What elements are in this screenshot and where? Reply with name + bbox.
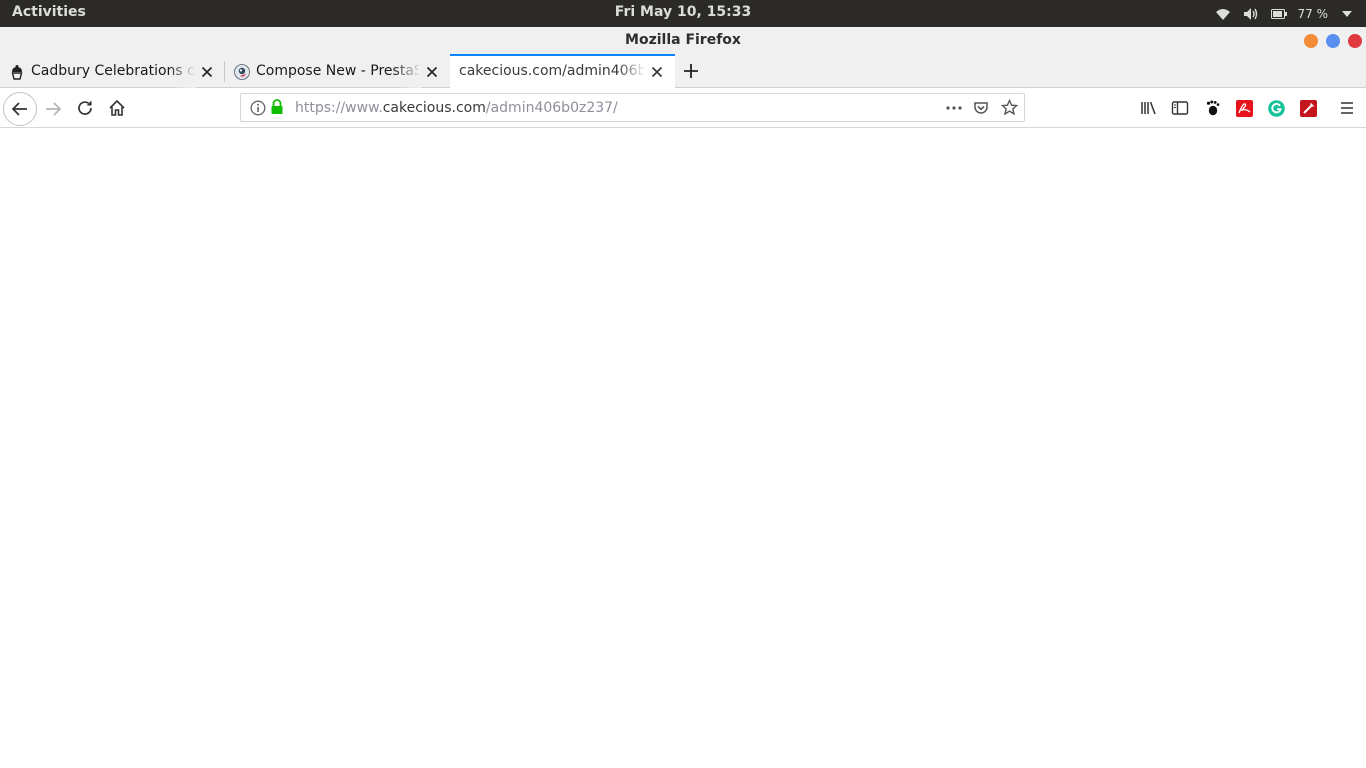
- grammarly-icon: [1267, 99, 1285, 117]
- tab-label: cakecious.com/admin406b0: [459, 63, 644, 79]
- clock[interactable]: Fri May 10, 15:33: [0, 4, 1366, 20]
- page-content: [0, 129, 1366, 768]
- system-top-bar: Activities Fri May 10, 15:33 77 %: [0, 0, 1366, 27]
- gnome-foot-icon: [1206, 100, 1220, 116]
- chevron-down-icon[interactable]: [1338, 5, 1356, 23]
- sidebar-icon: [1171, 101, 1189, 115]
- tab-fade: [618, 56, 646, 89]
- library-icon: [1141, 101, 1156, 115]
- pdf-extension-button[interactable]: [1234, 98, 1254, 118]
- star-bookmark-icon[interactable]: [1000, 98, 1019, 120]
- sidebar-toggle-button[interactable]: [1170, 98, 1190, 118]
- gnome-extension-button[interactable]: [1202, 98, 1222, 118]
- tab-cakecious-admin[interactable]: cakecious.com/admin406b0: [450, 54, 675, 89]
- home-button[interactable]: [106, 97, 128, 119]
- back-button[interactable]: [3, 92, 37, 126]
- window-titlebar[interactable]: Mozilla Firefox: [0, 27, 1366, 55]
- tab-strip: Cadbury Celebrations ch Compose New - Pr…: [0, 54, 1366, 89]
- cupcake-icon: [9, 64, 25, 80]
- lock-icon[interactable]: [270, 99, 284, 119]
- pocket-icon[interactable]: [973, 100, 989, 120]
- prestashop-icon: [234, 64, 250, 80]
- tab-cadbury[interactable]: Cadbury Celebrations ch: [0, 55, 224, 88]
- url-path: /admin406b0z237/: [485, 100, 618, 116]
- tab-fade: [393, 55, 421, 88]
- new-tab-button[interactable]: [680, 60, 702, 82]
- pdf-icon: [1235, 99, 1253, 117]
- tab-prestashop[interactable]: Compose New - PrestaSh: [225, 55, 449, 88]
- url-prefix: https://www.: [295, 100, 383, 116]
- close-tab-icon[interactable]: [649, 64, 665, 80]
- maximize-button[interactable]: [1326, 34, 1340, 48]
- screenshot-extension-button[interactable]: [1298, 98, 1318, 118]
- reload-button[interactable]: [74, 97, 96, 119]
- wifi-icon[interactable]: [1214, 5, 1232, 23]
- battery-icon[interactable]: [1270, 5, 1288, 23]
- url-bar[interactable]: https://www.cakecious.com/admin406b0z237…: [240, 93, 1025, 122]
- window-title: Mozilla Firefox: [625, 32, 741, 48]
- plus-icon: [684, 64, 698, 78]
- close-window-button[interactable]: [1348, 34, 1362, 48]
- more-actions-icon[interactable]: [945, 100, 963, 120]
- pen-icon: [1299, 99, 1317, 117]
- forward-button[interactable]: [42, 98, 64, 120]
- url-text[interactable]: https://www.cakecious.com/admin406b0z237…: [295, 100, 618, 116]
- battery-percentage[interactable]: 77 %: [1298, 7, 1329, 21]
- home-icon: [109, 99, 125, 116]
- tab-fade: [168, 55, 196, 88]
- reload-icon: [78, 100, 92, 115]
- close-tab-icon[interactable]: [424, 64, 440, 80]
- navigation-toolbar: https://www.cakecious.com/admin406b0z237…: [0, 88, 1366, 128]
- arrow-left-icon: [11, 102, 27, 116]
- grammarly-extension-button[interactable]: [1266, 98, 1286, 118]
- menu-button[interactable]: [1337, 98, 1357, 118]
- hamburger-menu-icon: [1341, 102, 1353, 114]
- arrow-right-icon: [46, 102, 62, 116]
- system-tray[interactable]: 77 %: [1214, 4, 1357, 24]
- minimize-button[interactable]: [1304, 34, 1318, 48]
- volume-icon[interactable]: [1242, 5, 1260, 23]
- close-tab-icon[interactable]: [199, 64, 215, 80]
- info-icon[interactable]: [250, 100, 266, 120]
- url-domain: cakecious.com: [382, 100, 486, 116]
- library-button[interactable]: [1139, 98, 1159, 118]
